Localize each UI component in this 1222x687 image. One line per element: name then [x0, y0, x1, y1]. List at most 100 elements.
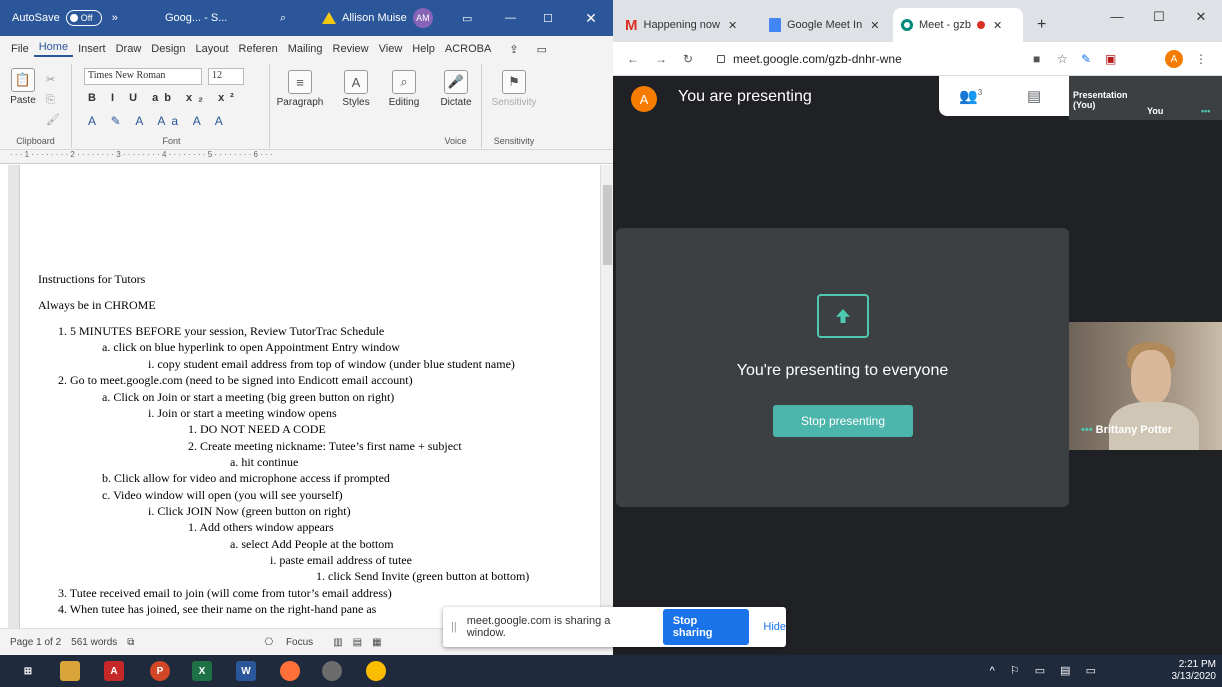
bookmark-star-icon[interactable]: ☆ [1057, 52, 1068, 66]
stop-sharing-button[interactable]: Stop sharing [662, 609, 750, 645]
acrobat-icon[interactable]: A [104, 661, 124, 681]
font-format-buttons[interactable]: B I U ab x₂ x² [88, 92, 240, 104]
maximize-button[interactable]: ☐ [1138, 0, 1180, 36]
paste-button[interactable]: 📋 Paste [8, 68, 38, 106]
focus-icon: ⎔ [264, 636, 274, 648]
people-icon[interactable]: 👥3 [959, 87, 982, 105]
tab-gmail[interactable]: M Happening now ✕ [617, 8, 757, 42]
word-icon[interactable]: W [236, 661, 256, 681]
tab-references[interactable]: Referen [234, 43, 283, 55]
tab-layout[interactable]: Layout [191, 43, 234, 55]
more-options-icon[interactable]: ••• [1081, 424, 1093, 436]
word-count[interactable]: 561 words [71, 637, 117, 648]
autosave-control[interactable]: AutoSave Off » [12, 0, 118, 36]
dictate-button[interactable]: 🎤 Dictate [436, 70, 476, 108]
chrome-icon[interactable] [366, 661, 386, 681]
read-mode-icon[interactable]: ▥ [333, 637, 342, 648]
tab-view[interactable]: View [374, 43, 408, 55]
document-area[interactable]: Instructions for Tutors Always be in CHR… [0, 165, 613, 628]
file-explorer-icon[interactable] [60, 661, 80, 681]
tab-help[interactable]: Help [407, 43, 440, 55]
stop-presenting-button[interactable]: Stop presenting [773, 405, 913, 437]
drag-handle-icon[interactable]: || [451, 621, 457, 633]
reload-icon[interactable]: ↻ [683, 52, 693, 66]
doc-line: i. Join or start a meeting window opens [148, 406, 337, 420]
participant-tile[interactable]: ••• Brittany Potter [1069, 322, 1222, 450]
ribbon: 📋 Paste ✂ ⎘ 🖌 Clipboard Times New Roman 12… [0, 62, 613, 150]
focus-button[interactable]: ⎔ Focus [254, 637, 313, 648]
app-icon[interactable] [322, 661, 342, 681]
tab-mailings[interactable]: Mailing [283, 43, 328, 55]
editing-label: Editing [388, 97, 420, 108]
print-layout-icon[interactable]: ▤ [353, 637, 362, 648]
vertical-ruler [8, 165, 20, 628]
tab-file[interactable]: File [6, 43, 34, 55]
more-options-icon[interactable]: ••• [1201, 106, 1210, 116]
horizontal-ruler[interactable]: · · · 1 · · · · · · · · 2 · · · · · · · … [0, 150, 613, 164]
menu-kebab-icon[interactable]: ⋮ [1195, 52, 1207, 66]
back-icon[interactable]: ← [627, 52, 639, 66]
minimize-button[interactable]: — [1096, 0, 1138, 36]
ribbon-display-icon[interactable]: ▭ [462, 0, 472, 36]
tab-insert[interactable]: Insert [73, 43, 111, 55]
web-layout-icon[interactable]: ▦ [372, 637, 381, 648]
self-tiles[interactable]: Presentation (You) You ••• [1069, 76, 1222, 120]
extension-icon[interactable]: ✎ [1081, 52, 1091, 66]
document-scrollbar[interactable] [600, 165, 613, 628]
tab-review[interactable]: Review [328, 43, 374, 55]
font-name-box[interactable]: Times New Roman [84, 68, 202, 85]
autosave-label: AutoSave [12, 12, 60, 24]
chat-icon[interactable]: ▤ [1027, 87, 1041, 105]
tab-design[interactable]: Design [146, 43, 190, 55]
tab-google-doc[interactable]: Google Meet In ✕ [761, 8, 891, 42]
user-account[interactable]: Allison Muise AM [322, 0, 433, 36]
comments-icon[interactable]: ▭ [532, 43, 552, 56]
tab-acrobat[interactable]: ACROBA [440, 43, 496, 55]
clipboard-group-label: Clipboard [16, 136, 55, 146]
autosave-toggle[interactable]: Off [65, 10, 102, 26]
font-color-buttons[interactable]: A ✎ A Aa A A [88, 114, 229, 128]
editing-button[interactable]: ⌕ Editing [384, 70, 424, 108]
tab-strip: M Happening now ✕ Google Meet In ✕ Meet … [613, 0, 1222, 42]
close-tab-icon[interactable]: ✕ [870, 19, 879, 32]
tab-draw[interactable]: Draw [111, 43, 147, 55]
sensitivity-button[interactable]: ⚑ Sensitivity [488, 70, 540, 108]
start-icon[interactable]: ⊞ [18, 661, 38, 681]
new-tab-button[interactable]: + [1029, 8, 1046, 42]
font-size-box[interactable]: 12 [208, 68, 244, 85]
customize-toolbar-icon[interactable]: » [112, 12, 118, 24]
minimize-button[interactable]: — [505, 0, 516, 36]
tab-home[interactable]: Home [33, 41, 74, 57]
page-count[interactable]: Page 1 of 2 [10, 637, 61, 648]
profile-avatar[interactable]: A [1165, 50, 1183, 68]
close-tab-icon[interactable]: ✕ [728, 19, 737, 32]
chrome-window: M Happening now ✕ Google Meet In ✕ Meet … [613, 0, 1222, 655]
word-window: AutoSave Off » Goog... - S... ⌕ Allison … [0, 0, 613, 655]
styles-button[interactable]: A Styles [336, 70, 376, 108]
close-button[interactable]: ✕ [569, 0, 613, 36]
maximize-button[interactable]: ☐ [543, 0, 553, 36]
hide-button[interactable]: Hide [763, 621, 786, 633]
tab-meet[interactable]: Meet - gzb ✕ [893, 8, 1023, 42]
clipboard-small-icons[interactable]: ✂ ⎘ 🖌 [46, 70, 60, 130]
proofing-icon[interactable]: ⧉ [127, 637, 134, 648]
firefox-icon[interactable] [280, 661, 300, 681]
clock[interactable]: 2:21 PM 3/13/2020 [1172, 659, 1217, 683]
acrobat-extension-icon[interactable]: ▣ [1105, 52, 1116, 66]
url-field[interactable]: meet.google.com/gzb-dnhr-wne [709, 47, 1009, 71]
close-button[interactable]: ✕ [1180, 0, 1222, 36]
scroll-thumb[interactable] [603, 185, 612, 265]
user-avatar[interactable]: A [631, 86, 657, 112]
powerpoint-icon[interactable]: P [150, 661, 170, 681]
camera-icon[interactable]: ■ [1033, 52, 1040, 66]
paragraph-button[interactable]: ≡ Paragraph [274, 70, 326, 108]
forward-icon[interactable]: → [655, 52, 667, 66]
system-tray-icons[interactable]: ^ ⚐ ▭ ▤ ▭ [990, 664, 1102, 677]
participant-name: ••• Brittany Potter [1081, 424, 1172, 436]
search-icon[interactable]: ⌕ [280, 0, 286, 36]
presentation-tile-label: Presentation (You) [1073, 90, 1128, 110]
close-tab-icon[interactable]: ✕ [993, 19, 1002, 32]
excel-icon[interactable]: X [192, 661, 212, 681]
document-title[interactable]: Goog... - S... [165, 0, 227, 36]
share-icon[interactable]: ⇪ [504, 43, 523, 56]
